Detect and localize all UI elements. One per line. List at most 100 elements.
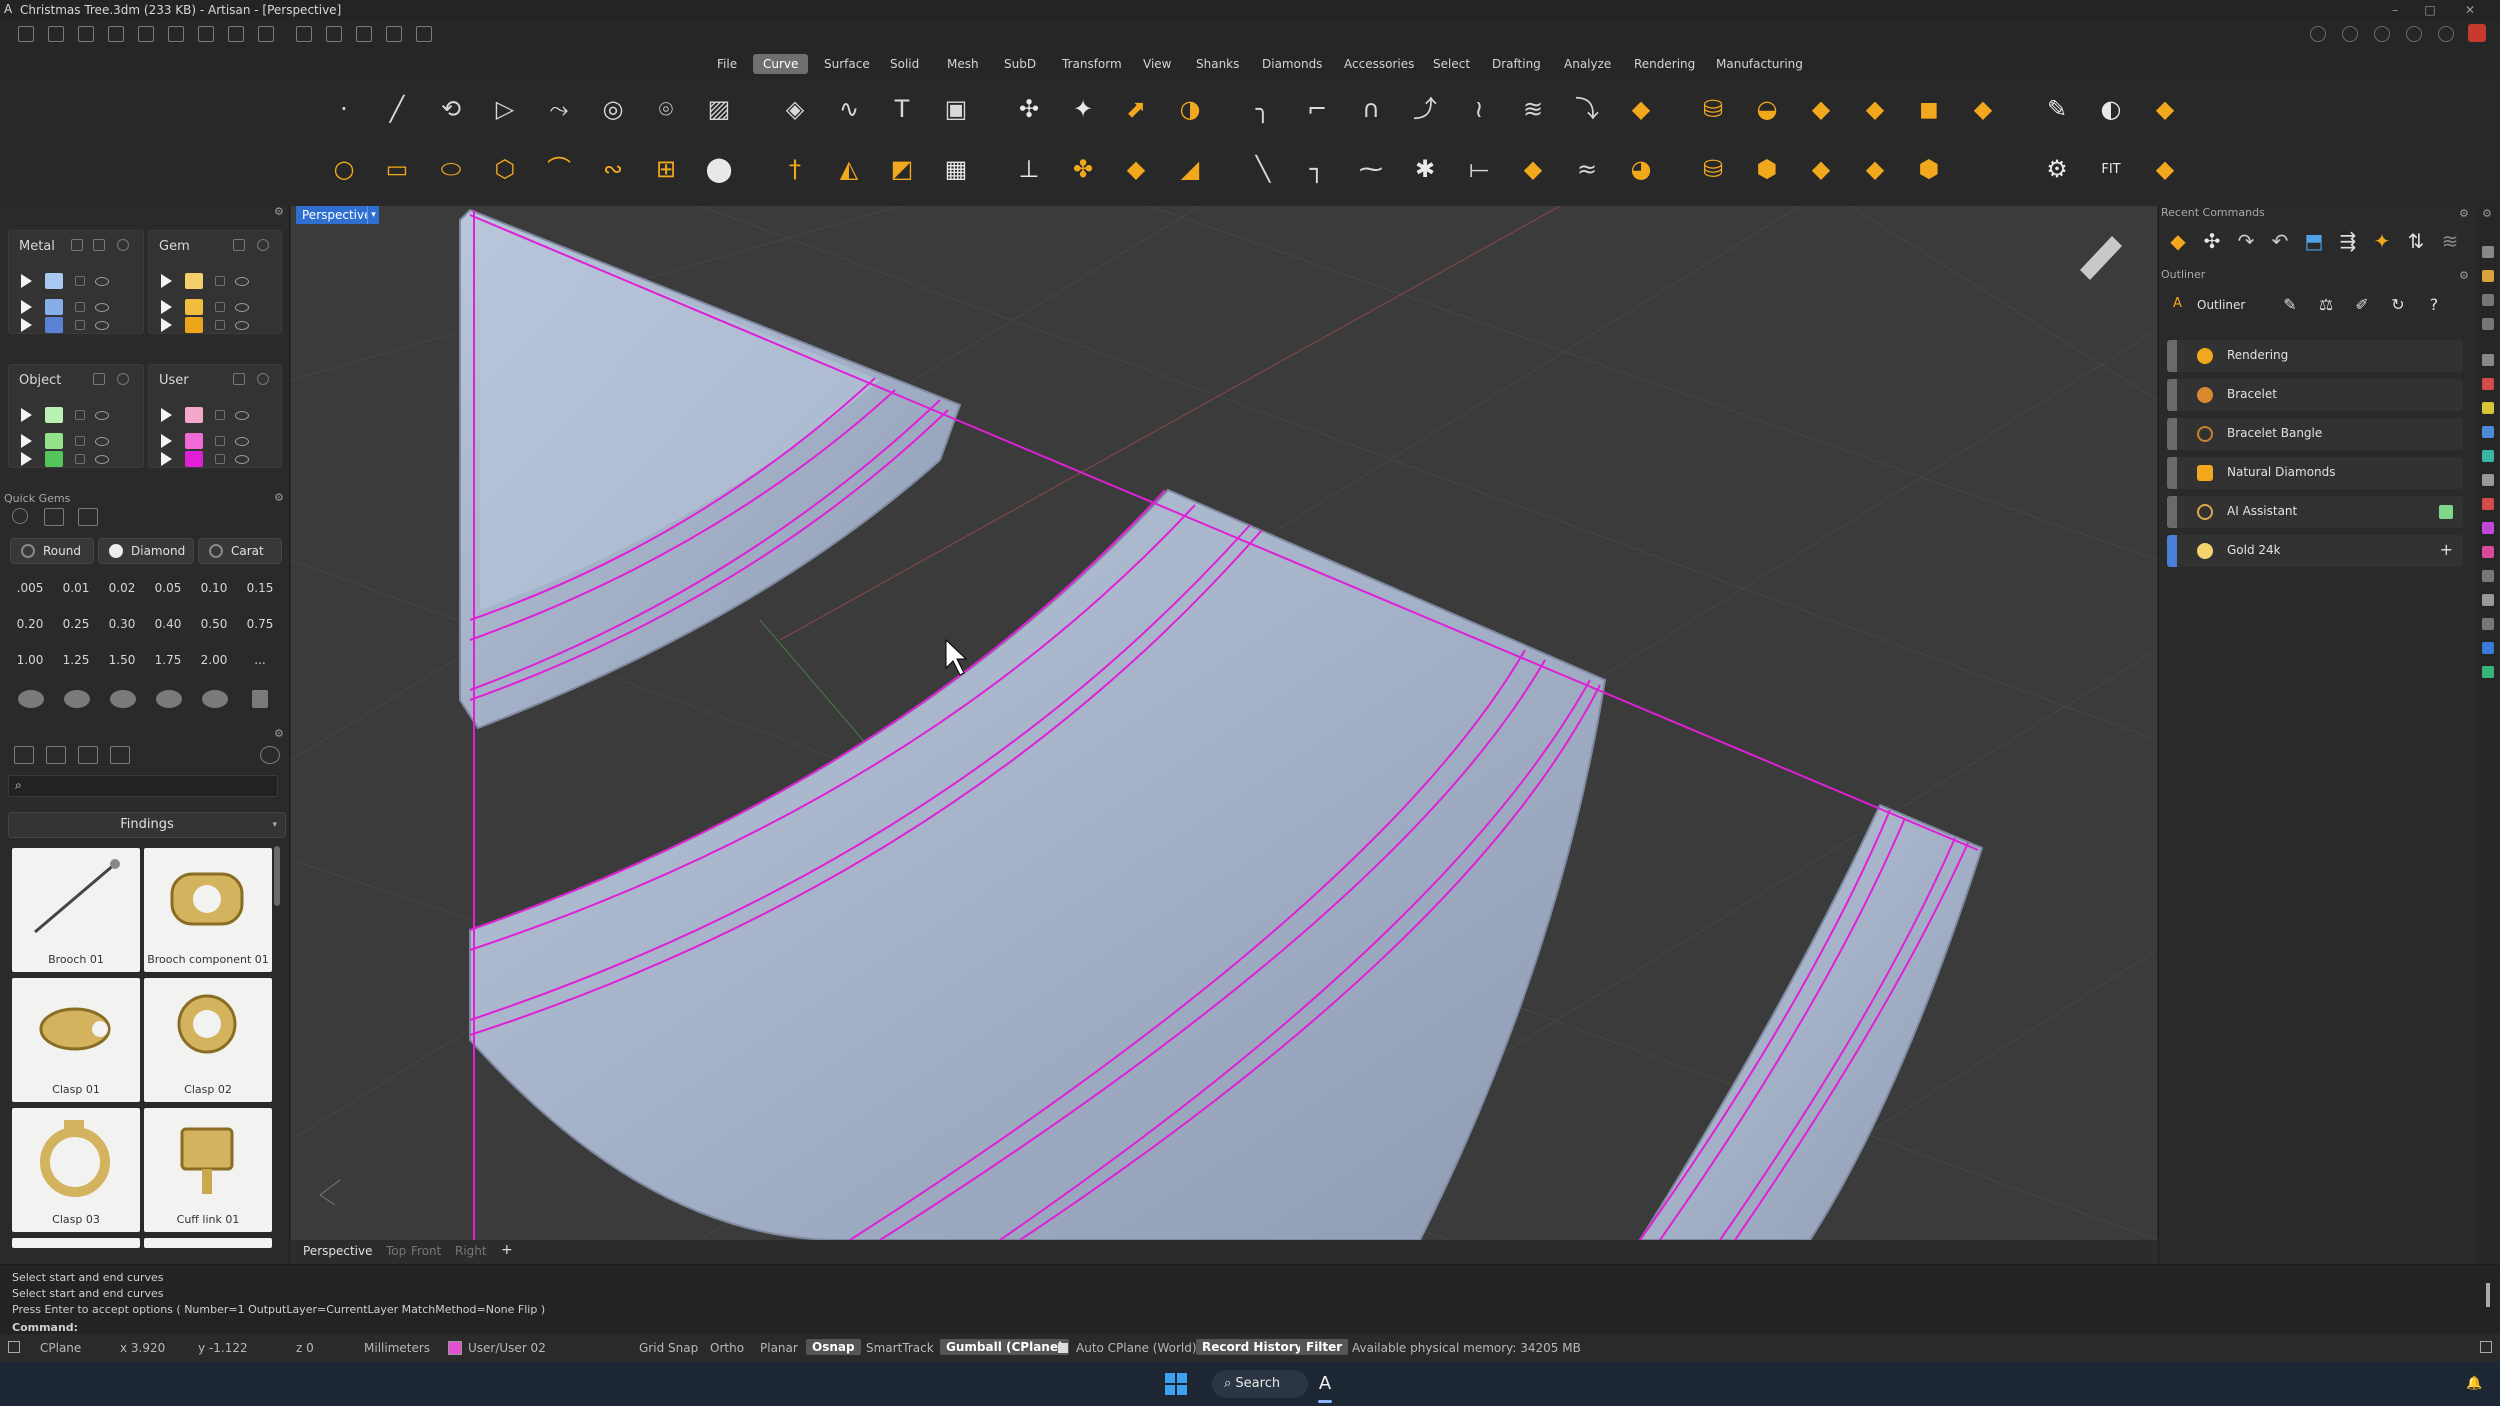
freeform-icon[interactable]: ∿ bbox=[830, 90, 868, 128]
gem-size-button[interactable]: 0.01 bbox=[57, 574, 95, 602]
layer-swatch[interactable] bbox=[45, 299, 63, 315]
artisan-icon[interactable] bbox=[2482, 270, 2494, 282]
loft-icon[interactable]: ◆ bbox=[1802, 90, 1840, 128]
layer-swatch[interactable] bbox=[185, 273, 203, 289]
gem-size-button[interactable]: ... bbox=[241, 646, 279, 674]
layer-swatch[interactable] bbox=[45, 433, 63, 449]
gem-oval-shape-icon[interactable] bbox=[64, 690, 90, 708]
offset-icon[interactable]: ≀ bbox=[1460, 90, 1498, 128]
menu-analyze[interactable]: Analyze bbox=[1554, 54, 1621, 74]
play-icon[interactable] bbox=[161, 318, 172, 332]
eye-icon[interactable] bbox=[95, 437, 109, 446]
gem-size-button[interactable]: 0.75 bbox=[241, 610, 279, 638]
tab-right[interactable]: Right bbox=[455, 1244, 487, 1258]
library-image-icon[interactable] bbox=[78, 746, 98, 764]
status-cplane[interactable]: CPlane bbox=[40, 1341, 81, 1355]
layer-row[interactable] bbox=[9, 317, 143, 335]
gem-shape-diamond-button[interactable]: Diamond bbox=[98, 538, 194, 564]
toggle-ortho[interactable]: Ortho bbox=[710, 1341, 744, 1355]
line-icon[interactable]: ╱ bbox=[378, 90, 416, 128]
perspective-viewport[interactable] bbox=[291, 206, 2157, 1240]
recent-command-icon[interactable]: ✦ bbox=[2371, 230, 2393, 252]
wave-icon[interactable]: ≋ bbox=[1514, 90, 1552, 128]
gem-cushion-shape-icon[interactable] bbox=[110, 690, 136, 708]
play-icon[interactable] bbox=[161, 452, 172, 466]
recent-command-icon[interactable]: ⬒ bbox=[2303, 230, 2325, 252]
eye-icon[interactable] bbox=[235, 437, 249, 446]
toggle-grid-snap[interactable]: Grid Snap bbox=[639, 1341, 698, 1355]
play-icon[interactable] bbox=[21, 300, 32, 314]
smooth-icon[interactable]: ≈ bbox=[1568, 150, 1606, 188]
polygon-icon[interactable]: ⬡ bbox=[486, 150, 524, 188]
menu-surface[interactable]: Surface bbox=[814, 54, 880, 74]
lock-icon[interactable] bbox=[215, 410, 225, 420]
library-item[interactable]: Brooch 01 bbox=[12, 848, 140, 972]
play-icon[interactable] bbox=[21, 434, 32, 448]
notes-icon[interactable] bbox=[2482, 594, 2494, 606]
undo-arrow-icon[interactable]: ↶ bbox=[2269, 230, 2291, 252]
new-template-icon[interactable] bbox=[48, 26, 64, 42]
join-icon[interactable]: ⁓ bbox=[1352, 150, 1390, 188]
menu-rendering[interactable]: Rendering bbox=[1624, 54, 1705, 74]
minimize-icon[interactable]: – bbox=[2380, 0, 2410, 20]
arc-icon[interactable]: ⌒ bbox=[540, 150, 578, 188]
menu-file[interactable]: File bbox=[707, 54, 747, 74]
menu-curve[interactable]: Curve bbox=[753, 54, 809, 74]
gem-size-button[interactable]: 1.50 bbox=[103, 646, 141, 674]
library-item[interactable]: Clasp 03 bbox=[12, 1108, 140, 1232]
toggle-gumball[interactable]: Gumball (CPlane) bbox=[940, 1339, 1070, 1355]
play-icon[interactable] bbox=[161, 408, 172, 422]
toggle-planar[interactable]: Planar bbox=[760, 1341, 798, 1355]
layer-row[interactable] bbox=[149, 317, 281, 335]
materials-icon[interactable] bbox=[2482, 378, 2494, 390]
decals-icon[interactable] bbox=[2482, 522, 2494, 534]
tab-front[interactable]: Front bbox=[411, 1244, 441, 1258]
layer-row[interactable] bbox=[9, 269, 143, 295]
link-icon[interactable] bbox=[326, 26, 342, 42]
lock-icon[interactable] bbox=[215, 454, 225, 464]
gem-size-button[interactable]: 0.50 bbox=[195, 610, 233, 638]
extend-icon[interactable]: ⟝ bbox=[1460, 150, 1498, 188]
lock-icon[interactable] bbox=[93, 239, 105, 251]
gem-size-button[interactable]: .005 bbox=[11, 574, 49, 602]
patch-icon[interactable]: ◆ bbox=[1802, 150, 1840, 188]
gem-size-button[interactable]: 1.00 bbox=[11, 646, 49, 674]
library-folder-icon[interactable] bbox=[14, 746, 34, 764]
recent-command-icon[interactable]: ⇶ bbox=[2337, 230, 2359, 252]
library-item[interactable] bbox=[144, 1238, 272, 1248]
match-icon[interactable]: ◆ bbox=[1514, 150, 1552, 188]
gem-size-button[interactable]: 1.25 bbox=[57, 646, 95, 674]
eye-icon[interactable] bbox=[95, 277, 109, 286]
pen-tool-icon[interactable] bbox=[2080, 236, 2122, 280]
model-canvas[interactable] bbox=[291, 206, 2157, 1240]
hatch-icon[interactable]: ▨ bbox=[700, 90, 738, 128]
box-icon[interactable]: ◼ bbox=[1910, 90, 1948, 128]
gauge-icon[interactable]: ◐ bbox=[2092, 90, 2130, 128]
library-add-icon[interactable] bbox=[46, 746, 66, 764]
command-input[interactable] bbox=[80, 1319, 2480, 1335]
gem-round-shape-icon[interactable] bbox=[18, 690, 44, 708]
pipe-icon[interactable]: ⛁ bbox=[1694, 150, 1732, 188]
spiral-icon[interactable]: ◎ bbox=[594, 90, 632, 128]
viewport-label[interactable]: Perspective bbox=[296, 206, 378, 224]
gem-size-button[interactable]: 0.20 bbox=[11, 610, 49, 638]
lock-icon[interactable] bbox=[75, 410, 85, 420]
gem-size-button[interactable]: 0.10 bbox=[195, 574, 233, 602]
sweep-icon[interactable]: ◒ bbox=[1748, 90, 1786, 128]
extrude-icon[interactable]: ⛁ bbox=[1694, 90, 1732, 128]
arch-icon[interactable]: ∩ bbox=[1352, 90, 1390, 128]
notification-icon[interactable] bbox=[2468, 24, 2486, 42]
lock-icon[interactable] bbox=[215, 320, 225, 330]
toggle-filter[interactable]: Filter bbox=[1300, 1339, 1349, 1355]
helix-icon[interactable]: ⌾ bbox=[647, 90, 685, 128]
play-icon[interactable] bbox=[161, 274, 172, 288]
gem-size-button[interactable]: 0.05 bbox=[149, 574, 187, 602]
lock-icon[interactable] bbox=[215, 436, 225, 446]
polyline-icon[interactable]: ⟲ bbox=[432, 90, 470, 128]
undo-icon[interactable] bbox=[138, 26, 154, 42]
share-icon[interactable] bbox=[2438, 26, 2454, 42]
menu-view[interactable]: View bbox=[1133, 54, 1181, 74]
play-icon[interactable] bbox=[21, 408, 32, 422]
tools-icon[interactable] bbox=[416, 26, 432, 42]
fillet-icon[interactable]: ╮ bbox=[1244, 90, 1282, 128]
